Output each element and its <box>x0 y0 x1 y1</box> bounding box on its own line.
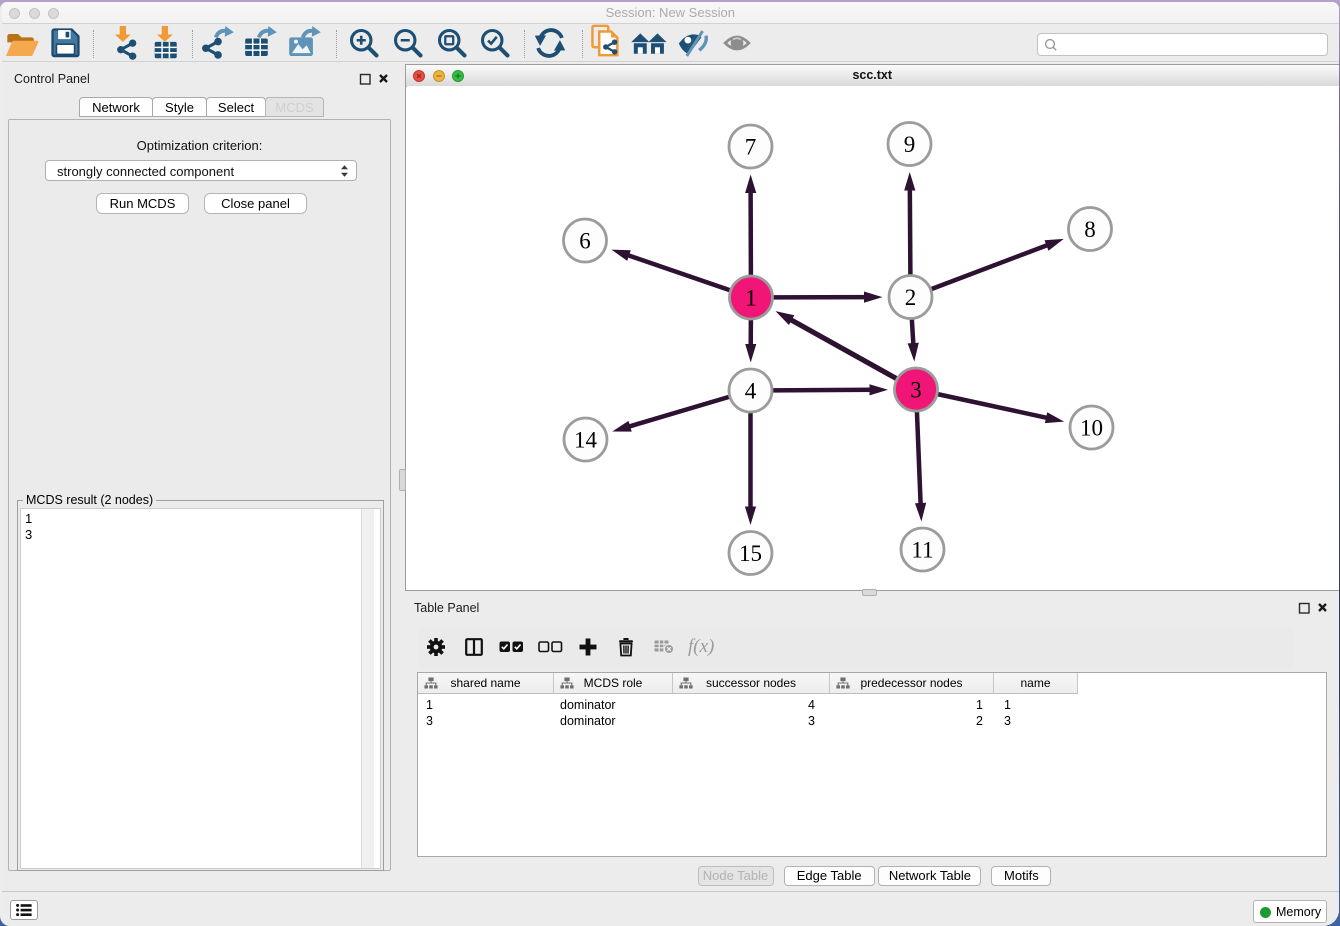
svg-text:1: 1 <box>745 285 757 310</box>
svg-text:10: 10 <box>1080 415 1103 440</box>
svg-text:7: 7 <box>744 134 756 159</box>
svg-text:2: 2 <box>904 285 916 310</box>
svg-text:4: 4 <box>744 378 756 403</box>
svg-text:8: 8 <box>1084 217 1096 242</box>
svg-text:14: 14 <box>574 427 598 452</box>
svg-text:9: 9 <box>903 132 915 157</box>
svg-text:3: 3 <box>910 377 922 402</box>
svg-text:15: 15 <box>739 541 762 566</box>
svg-text:11: 11 <box>911 537 933 562</box>
svg-text:6: 6 <box>579 228 591 253</box>
